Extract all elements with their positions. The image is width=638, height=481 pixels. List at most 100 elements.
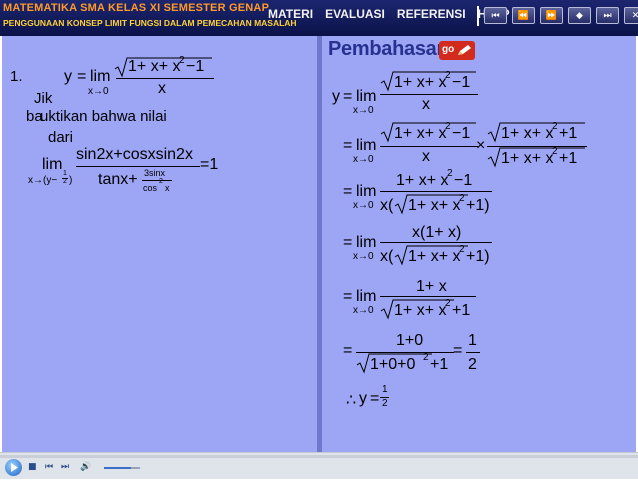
media-player-bar: ■ ⏮ ⏭ 🔊: [0, 452, 638, 479]
expr2-inner-numerator: 3sinx: [144, 168, 166, 178]
s2-limit-subscript: x→0: [353, 154, 374, 165]
s1-limit-subscript: x→0: [353, 105, 374, 116]
s1-numerator-tail: −1: [452, 74, 471, 91]
expr2-inner-denominator-tail: x: [165, 183, 170, 193]
stop-icon[interactable]: ■: [28, 462, 38, 472]
s3-numerator: 1+ x+ x: [396, 172, 449, 189]
s1-denominator: x: [422, 96, 430, 113]
s4-fraction-bar: [380, 242, 492, 243]
expr1-numerator-tail: −1: [186, 58, 205, 75]
s6-numerator: 1+0: [396, 332, 424, 349]
volume-level: [104, 467, 131, 469]
s3-denominator-exponent: 2: [459, 193, 465, 204]
s5-denominator-tail: +1: [452, 302, 471, 319]
s5-limit-subscript: x→0: [353, 305, 374, 316]
s6-half-denominator: 2: [468, 356, 477, 373]
s6-equals-2: =: [453, 342, 463, 359]
s2-fraction-bar-1: [380, 146, 478, 147]
s4-numerator: x(1+ x): [412, 224, 462, 241]
therefore-symbol: ∴: [346, 392, 357, 409]
solution-panel: Pembahasan go y = lim x→0 1+ x+ x 2 −1 x…: [322, 36, 636, 452]
play-button[interactable]: [5, 459, 22, 476]
prev-next-button[interactable]: ◆: [568, 7, 591, 24]
expr2-lim: lim: [42, 156, 63, 173]
expr2-subscript-close: ): [69, 175, 73, 186]
s4-denominator-tail: +1): [466, 248, 490, 265]
expr1-equals: =: [77, 68, 87, 85]
s3-denominator-radicand: 1+ x+ x: [408, 197, 461, 214]
volume-icon[interactable]: 🔊: [80, 462, 91, 472]
forward-icon: ⏩: [545, 10, 558, 21]
expr1-lim: lim: [90, 68, 111, 85]
s2-times: ×: [476, 137, 486, 154]
s1-equals: =: [343, 88, 353, 105]
expr2-subscript-half-den: 2: [63, 178, 67, 185]
skip-back-icon[interactable]: ⏮: [45, 462, 55, 472]
expr2-inner-exponent: 2: [159, 178, 163, 185]
s4-lim: lim: [356, 234, 377, 251]
expr2-rhs: =1: [200, 156, 219, 173]
s3-equals: =: [343, 183, 353, 200]
s1-lim: lim: [356, 88, 377, 105]
expr2-numerator: sin2x+cosxsin2x: [76, 146, 193, 163]
expr2-inner-fraction-bar: [142, 180, 172, 181]
s6-denominator-exponent: 2: [423, 352, 429, 363]
s5-numerator: 1+ x: [416, 278, 447, 295]
skip-forward-icon[interactable]: ⏭: [61, 462, 71, 472]
s1-numerator: 1+ x+ x: [394, 74, 447, 91]
menu-divider: [477, 6, 479, 26]
text-line-2b: uktikan bahwa nilai: [40, 108, 167, 125]
s2-exponent-2: 2: [552, 121, 558, 132]
last-page-icon: ⏭: [603, 10, 612, 21]
expr1-exponent: 2: [179, 55, 185, 66]
navigation-buttons: ⏮ ⏪ ⏩ ◆ ⏭ ✕: [484, 7, 638, 24]
menu-materi[interactable]: MATERI: [268, 7, 313, 21]
go-button[interactable]: go: [439, 41, 475, 60]
last-page-button[interactable]: ⏭: [596, 7, 619, 24]
solution-title: Pembahasan: [328, 38, 449, 60]
rewind-button[interactable]: ⏪: [512, 7, 535, 24]
s6-half-bar: [466, 352, 480, 353]
problem-panel: 1. y = lim x→0 1+ x+ x 2 −1 x Jik ba ukt…: [2, 36, 317, 452]
forward-button[interactable]: ⏩: [540, 7, 563, 24]
s6-equals: =: [343, 342, 353, 359]
s3-denominator-tail: +1): [466, 197, 490, 214]
s3-numerator-tail: −1: [454, 172, 473, 189]
s2-lim: lim: [356, 137, 377, 154]
close-button[interactable]: ✕: [624, 7, 638, 24]
s4-equals: =: [343, 234, 353, 251]
text-line-1: Jik: [34, 90, 53, 107]
s6-half-numerator: 1: [468, 332, 477, 349]
expr2-denominator: tanx+: [98, 171, 138, 188]
first-page-button[interactable]: ⏮: [484, 7, 507, 24]
prev-next-icon: ◆: [576, 10, 583, 21]
volume-slider[interactable]: [104, 467, 140, 469]
expr2-inner-denominator: cos: [143, 183, 158, 193]
seek-bar[interactable]: [0, 455, 638, 458]
conclusion-y: y: [359, 390, 367, 407]
conclusion-half-numerator: 1: [382, 384, 388, 395]
first-page-icon: ⏮: [491, 10, 500, 21]
s6-denominator: 1+0+0: [370, 356, 416, 373]
s2-numerator-2: 1+ x+ x: [501, 125, 554, 142]
s5-lim: lim: [356, 288, 377, 305]
s3-denominator-prefix: x(: [380, 197, 394, 214]
s4-denominator-radicand: 1+ x+ x: [408, 248, 461, 265]
expr1-denominator: x: [158, 80, 166, 97]
s2-numerator-1-tail: −1: [452, 125, 471, 142]
s2-denominator-1: x: [422, 148, 430, 165]
expr1-fraction-bar: [116, 78, 214, 79]
expr2-limit-subscript: x→(y−: [28, 175, 58, 186]
s2-equals: =: [343, 137, 353, 154]
s4-limit-subscript: x→0: [353, 251, 374, 262]
expr1-numerator: 1+ x+ x: [128, 58, 181, 75]
s2-numerator-1: 1+ x+ x: [394, 125, 447, 142]
menu-evaluasi[interactable]: EVALUASI: [325, 7, 385, 21]
s4-denominator-prefix: x(: [380, 248, 394, 265]
problem-number: 1.: [10, 68, 23, 85]
s3-exponent: 2: [447, 168, 453, 179]
play-icon: [11, 463, 18, 472]
s4-denominator-exponent: 2: [459, 244, 465, 255]
s3-fraction-bar: [380, 191, 492, 192]
menu-referensi[interactable]: REFERENSI: [397, 7, 466, 21]
